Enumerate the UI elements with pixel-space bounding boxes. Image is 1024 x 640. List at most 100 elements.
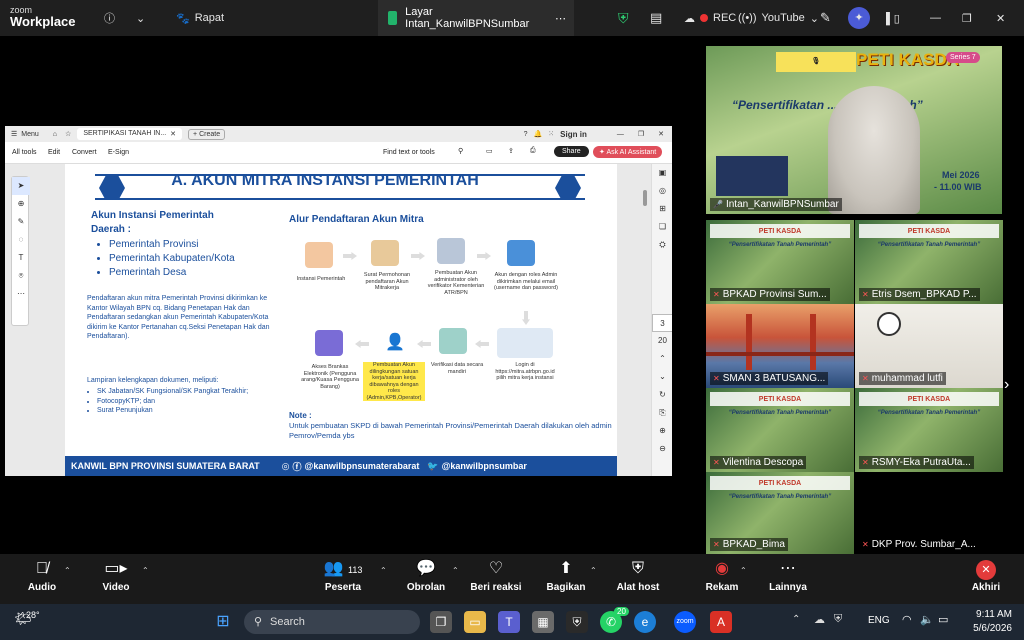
view-layout-icon[interactable]: ▌▯	[886, 0, 900, 36]
home-icon[interactable]: ⌂	[53, 131, 57, 138]
window-minimize-icon[interactable]: —	[617, 131, 624, 138]
share-button[interactable]: Share	[554, 146, 589, 157]
sign-in-link[interactable]: Sign in	[560, 130, 587, 139]
bookmark-panel-icon[interactable]: ⊞	[652, 200, 672, 218]
file-explorer-icon[interactable]: ▭	[464, 611, 486, 633]
active-share-tab[interactable]: Layar Intan_KanwilBPNSumbar ⋯	[378, 0, 574, 36]
participant-tile[interactable]: ✕ muhammad lutfi	[855, 304, 1003, 388]
youtube-button[interactable]: ((•)) YouTube ⌄	[738, 0, 819, 36]
windows-start-icon[interactable]: ⊞	[212, 611, 234, 633]
participant-tile[interactable]: ✕ DKP Prov. Sumbar_A...	[855, 472, 1003, 554]
video-button[interactable]: ▭▸ Video	[86, 558, 146, 600]
battery-icon[interactable]: ▭	[938, 613, 948, 626]
apps-icon[interactable]: ⁙	[548, 130, 554, 138]
ai-companion-button[interactable]: ✦	[848, 0, 870, 36]
help-icon[interactable]: ?	[524, 131, 528, 138]
participants-button[interactable]: 👥 113 Peserta	[308, 558, 378, 600]
pdf-reader-icon[interactable]: A	[710, 611, 732, 633]
close-icon[interactable]: ✕	[996, 0, 1005, 36]
zoom-in-icon[interactable]: ⊕	[652, 422, 672, 440]
chat-caret-icon[interactable]: ⌃	[452, 566, 459, 575]
tray-shield-icon[interactable]: ⛨	[834, 613, 842, 626]
zoom-app-icon[interactable]: zoom	[674, 611, 696, 633]
lasso-icon[interactable]: ◌	[12, 231, 30, 249]
audio-options-caret-icon[interactable]: ⌃	[64, 566, 71, 575]
share-caret-icon[interactable]: ⌃	[590, 566, 597, 575]
record-caret-icon[interactable]: ⌃	[740, 566, 747, 575]
video-options-caret-icon[interactable]: ⌃	[142, 566, 149, 575]
more-tools-icon[interactable]: ⋯	[12, 285, 30, 303]
participant-tile[interactable]: ✕ SMAN 3 BATUSANG...	[706, 304, 854, 388]
react-button[interactable]: ♡ Beri reaksi	[466, 558, 526, 600]
restore-icon[interactable]: ❐	[962, 0, 972, 36]
audio-button[interactable]: 🎙̸ Audio	[12, 558, 72, 600]
participant-tile[interactable]: PETI KASDA “Pensertifikatan Tanah Pemeri…	[855, 388, 1003, 472]
page-up-icon[interactable]: ⌃	[652, 350, 672, 368]
chat-button[interactable]: 💬 Obrolan	[396, 558, 456, 600]
find-text-field[interactable]: Find text or tools	[383, 149, 435, 156]
stamp-icon[interactable]: ⍟	[12, 267, 30, 285]
zoom-icon[interactable]: ⊕	[12, 195, 30, 213]
create-button[interactable]: + Create	[188, 128, 226, 140]
speaker-icon[interactable]: 🔈	[920, 613, 934, 626]
more-button[interactable]: ⋯ Lainnya	[758, 558, 818, 600]
select-icon[interactable]: ➤	[12, 177, 30, 195]
page-down-icon[interactable]: ⌄	[652, 368, 672, 386]
toolbar-edit[interactable]: Edit	[48, 149, 60, 156]
next-page-chevron-icon[interactable]: ›	[1004, 376, 1009, 394]
zoom-out-icon[interactable]: ⊖	[652, 440, 672, 458]
ai-icon[interactable]: ⛭	[652, 236, 672, 254]
participant-tile[interactable]: PETI KASDA “Pensertifikatan Tanah Pemeri…	[706, 388, 854, 472]
tray-overflow-icon[interactable]: ⌃	[792, 614, 800, 625]
host-tools-button[interactable]: ⛨ Alat host	[608, 558, 668, 600]
print-icon[interactable]: ⎙	[530, 147, 536, 155]
scrollbar-thumb[interactable]	[643, 190, 647, 206]
ai-assistant-button[interactable]: ✦ Ask AI Assistant	[593, 146, 663, 158]
speaker-video-tile[interactable]: 🎙 PETI KASDA Series 7 “Pensertifikatan .…	[706, 46, 1002, 214]
clock-date[interactable]: 5/6/2026	[968, 623, 1012, 634]
security-icon[interactable]: ⛨	[566, 611, 588, 633]
close-tab-icon[interactable]: ✕	[170, 130, 176, 138]
security-shield-icon[interactable]: ⛨	[618, 0, 629, 36]
record-cloud-button[interactable]: ☁ REC	[684, 0, 736, 36]
participant-tile[interactable]: PETI KASDA “Pensertifikatan Tanah Pemeri…	[706, 472, 854, 554]
task-view-icon[interactable]: ❐	[430, 611, 452, 633]
window-close-icon[interactable]: ✕	[658, 130, 664, 138]
toolbar-all-tools[interactable]: All tools	[12, 149, 37, 156]
toolbar-convert[interactable]: Convert	[72, 149, 97, 156]
tray-app-icon[interactable]: ☁	[814, 613, 825, 626]
annotate-pen-icon[interactable]: ✎	[820, 0, 831, 36]
toolbar-esign[interactable]: E-Sign	[108, 149, 129, 156]
notes-icon[interactable]: ▭	[486, 147, 493, 155]
meeting-info-icon[interactable]: ⓘ	[104, 0, 115, 36]
bookmark-icon[interactable]: ☆	[65, 130, 71, 138]
taskbar-search[interactable]: ⚲ Search	[244, 610, 420, 634]
share-screen-button[interactable]: ⬆ Bagikan	[536, 558, 596, 600]
bell-icon[interactable]: 🔔	[534, 130, 543, 138]
rotate-icon[interactable]: ↻	[652, 386, 672, 404]
comment-icon[interactable]: ▣	[652, 164, 672, 182]
edge-icon[interactable]: e	[634, 611, 656, 633]
participant-tile[interactable]: PETI KASDA “Pensertifikatan Tanah Pemeri…	[706, 220, 854, 304]
page-number-input[interactable]: 3	[652, 314, 672, 332]
upload-icon[interactable]: ⇪	[508, 147, 514, 155]
find-icon[interactable]: ⚲	[458, 147, 463, 155]
end-meeting-button[interactable]: ✕ Akhiri	[956, 558, 1016, 600]
participant-tile[interactable]: PETI KASDA “Pensertifikatan Tanah Pemeri…	[855, 220, 1003, 304]
meeting-tab[interactable]: 🐾 Rapat	[176, 0, 224, 36]
minimize-icon[interactable]: —	[930, 0, 941, 36]
clock-time[interactable]: 9:11 AM	[968, 609, 1012, 620]
chevron-down-icon[interactable]: ⌄	[136, 0, 145, 36]
teams-icon[interactable]: T	[498, 611, 520, 633]
document-tab[interactable]: SERTIPIKASI TANAH IN... ✕	[77, 128, 183, 140]
participants-caret-icon[interactable]: ⌃	[380, 566, 387, 575]
menu-label[interactable]: Menu	[21, 131, 39, 138]
text-icon[interactable]: T	[12, 249, 30, 267]
notes-icon[interactable]: ▤	[650, 0, 662, 36]
search-icon[interactable]: ◎	[652, 182, 672, 200]
language-indicator[interactable]: ENG	[868, 615, 890, 626]
record-button[interactable]: ◉ Rekam	[692, 558, 752, 600]
draw-icon[interactable]: ✎	[12, 213, 30, 231]
menu-icon[interactable]: ☰	[11, 130, 17, 138]
wifi-icon[interactable]: ◠	[902, 613, 912, 626]
